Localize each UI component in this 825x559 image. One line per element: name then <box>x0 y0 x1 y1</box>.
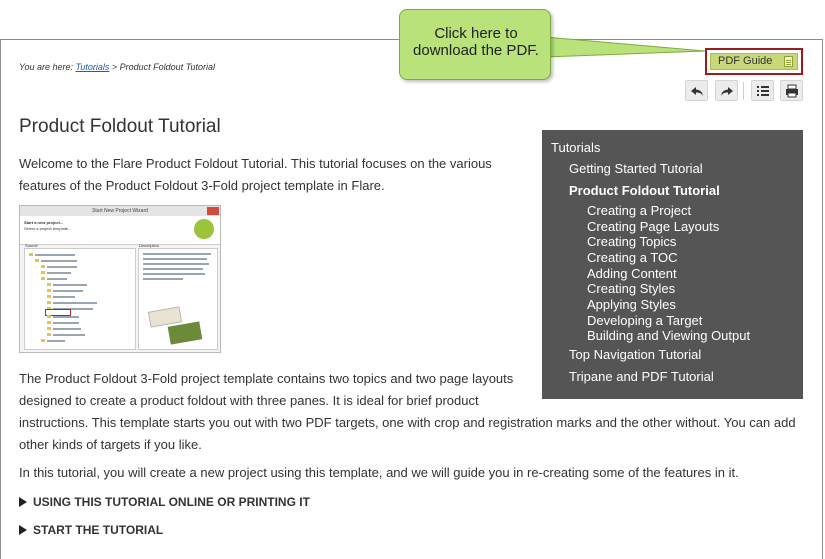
body-line-4: other kinds of targets if you like. <box>19 437 202 452</box>
screenshot-header: Start a new project... Select a project … <box>20 216 220 245</box>
breadcrumb: You are here: Tutorials > Product Foldou… <box>19 62 215 72</box>
print-icon <box>786 84 798 98</box>
toggler-using-tutorial-label: USING THIS TUTORIAL ONLINE OR PRINTING I… <box>33 495 310 509</box>
callout-text: Click here to download the PDF. <box>413 25 539 59</box>
toc-item[interactable]: Top Navigation Tutorial <box>569 347 701 362</box>
toc-item[interactable]: Building and Viewing Output <box>587 328 750 343</box>
breadcrumb-link-tutorials[interactable]: Tutorials <box>76 62 110 72</box>
page-title: Product Foldout Tutorial <box>19 116 221 137</box>
pdf-guide-highlight: PDF Guide <box>705 48 803 75</box>
document-icon <box>784 56 793 67</box>
screenshot-window-title: Start New Project Wizard <box>20 206 220 216</box>
pdf-guide-label: PDF Guide <box>718 55 773 67</box>
back-icon <box>691 87 703 96</box>
toggle-toc-button[interactable] <box>751 80 774 101</box>
toc-panel: Tutorials Getting Started Tutorial Product… <box>542 130 803 399</box>
toc-item[interactable]: Applying Styles <box>587 297 676 312</box>
expand-arrow-icon <box>19 497 27 507</box>
close-icon <box>207 207 219 215</box>
back-button[interactable] <box>685 80 708 101</box>
toggler-start-tutorial-label: START THE TUTORIAL <box>33 523 164 537</box>
breadcrumb-prefix: You are here: <box>19 62 76 72</box>
breadcrumb-separator: > <box>109 62 120 72</box>
toc-item[interactable]: Creating a TOC <box>587 250 678 265</box>
wizard-screenshot[interactable]: Start New Project Wizard Start a new pro… <box>19 205 221 353</box>
expand-arrow-icon <box>19 525 27 535</box>
body-line-2: designed to create a product foldout wit… <box>19 393 479 408</box>
pdf-guide-button[interactable]: PDF Guide <box>710 53 798 70</box>
toc-item[interactable]: Getting Started Tutorial <box>569 161 703 176</box>
toc-item[interactable]: Creating a Project <box>587 203 691 218</box>
print-button[interactable] <box>780 80 803 101</box>
breadcrumb-current: Product Foldout Tutorial <box>119 62 216 72</box>
toggler-using-tutorial[interactable]: USING THIS TUTORIAL ONLINE OR PRINTING I… <box>19 495 310 509</box>
callout-bubble: Click here to download the PDF. <box>399 9 551 80</box>
toggler-start-tutorial[interactable]: START THE TUTORIAL <box>19 523 163 537</box>
screenshot-template-tree <box>24 248 136 350</box>
list-icon <box>757 86 769 96</box>
intro-line-1: Welcome to the Flare Product Foldout Tut… <box>19 156 492 171</box>
toc-item[interactable]: Tutorials <box>551 140 600 155</box>
intro-line-2: features of the Product Foldout 3-Fold p… <box>19 178 385 193</box>
toc-item[interactable]: Creating Page Layouts <box>587 219 719 234</box>
toc-item[interactable]: Tripane and PDF Tutorial <box>569 369 714 384</box>
toc-item[interactable]: Developing a Target <box>587 313 702 328</box>
callout-pointer <box>545 36 705 58</box>
toc-item[interactable]: Creating Styles <box>587 281 675 296</box>
screenshot-header-line-2: Select a project template... <box>24 226 72 231</box>
screenshot-description-pane <box>138 248 218 350</box>
forward-button[interactable] <box>715 80 738 101</box>
toc-item[interactable]: Product Foldout Tutorial <box>569 183 720 198</box>
toc-item[interactable]: Creating Topics <box>587 234 676 249</box>
toolbar-separator <box>743 82 744 100</box>
forward-icon <box>721 87 733 96</box>
screenshot-header-line-1: Start a new project... <box>24 220 64 225</box>
body-line-3: instructions. This template starts you o… <box>19 415 796 430</box>
flare-logo-icon <box>194 219 214 239</box>
toc-item[interactable]: Adding Content <box>587 266 677 281</box>
body-line-1: The Product Foldout 3-Fold project templ… <box>19 371 514 386</box>
body-paragraph-2: In this tutorial, you will create a new … <box>19 465 739 480</box>
